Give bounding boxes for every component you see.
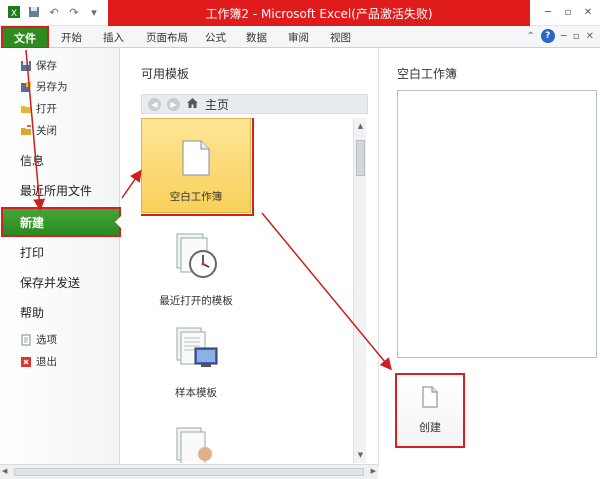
exit-icon (20, 356, 32, 368)
available-templates-panel: 可用模板 ◀ ▶ 主页 空白工作簿 最近打开的模板 样本模板 ▲ ▼ (121, 48, 368, 468)
tab-page-layout[interactable]: 页面布局 (146, 30, 188, 45)
template-sample[interactable]: 样本模板 (141, 313, 251, 408)
sample-templates-icon (171, 326, 221, 375)
nav-help[interactable]: 帮助 (20, 304, 44, 321)
create-document-icon (422, 386, 438, 411)
help-icon[interactable]: ? (540, 29, 555, 43)
save-as-icon (20, 81, 32, 93)
template-blank-label: 空白工作簿 (169, 191, 223, 203)
preview-title: 空白工作簿 (397, 67, 458, 81)
nav-save-send[interactable]: 保存并发送 (20, 274, 80, 291)
scroll-down-icon[interactable]: ▼ (354, 449, 367, 461)
excel-logo-icon[interactable]: X (6, 4, 22, 20)
minimize-icon[interactable]: ─ (540, 4, 556, 20)
backstage-nav: 保存 另存为 打开 关闭 信息 最近所用文件 新建 打印 保存并发送 帮助 选项… (0, 48, 121, 479)
preview-panel: 空白工作簿 创建 (378, 48, 600, 468)
redo-icon[interactable]: ↷ (66, 4, 82, 20)
nav-exit[interactable]: 退出 (20, 354, 57, 369)
undo-icon[interactable]: ↶ (46, 4, 62, 20)
tab-file[interactable]: 文件 (1, 26, 49, 49)
tab-view[interactable]: 视图 (330, 30, 351, 45)
template-blank-workbook[interactable]: 空白工作簿 (141, 118, 254, 216)
home-icon[interactable] (186, 97, 199, 112)
my-templates-person-icon (171, 426, 221, 463)
nav-options-label: 选项 (36, 334, 57, 346)
doc-close-icon[interactable]: ✕ (586, 31, 594, 42)
tab-home[interactable]: 开始 (61, 30, 82, 45)
blank-document-icon (182, 140, 210, 179)
nav-save-as[interactable]: 另存为 (20, 79, 68, 94)
back-arrow-icon[interactable]: ◀ (148, 97, 161, 111)
quick-access-toolbar: X ↶ ↷ ▾ (6, 4, 102, 20)
nav-save-label: 保存 (36, 60, 57, 72)
nav-close[interactable]: 关闭 (20, 123, 57, 138)
home-label[interactable]: 主页 (205, 96, 229, 113)
folder-open-icon (20, 103, 32, 115)
nav-close-label: 关闭 (36, 125, 57, 137)
template-sample-label: 样本模板 (175, 387, 217, 399)
save-icon[interactable] (26, 4, 42, 20)
tab-insert[interactable]: 插入 (103, 30, 124, 45)
nav-open[interactable]: 打开 (20, 101, 57, 116)
nav-recent[interactable]: 最近所用文件 (20, 182, 92, 199)
minimize-ribbon-icon[interactable]: ⌃ (526, 31, 534, 42)
doc-minimize-icon[interactable]: ─ (561, 31, 567, 42)
scroll-right-icon[interactable]: ▶ (371, 467, 376, 475)
template-my[interactable] (141, 406, 251, 463)
customize-toolbar-icon[interactable]: ▾ (86, 4, 102, 20)
horizontal-scroll-thumb[interactable] (14, 468, 364, 476)
window-title: 工作簿2 - Microsoft Excel(产品激活失败) (108, 0, 530, 26)
options-icon (20, 334, 32, 346)
nav-print[interactable]: 打印 (20, 244, 44, 261)
nav-info[interactable]: 信息 (20, 152, 44, 169)
template-tiles: 空白工作簿 最近打开的模板 样本模板 (141, 118, 357, 463)
scroll-thumb[interactable] (356, 140, 365, 176)
nav-new[interactable]: 新建 (1, 207, 121, 237)
svg-text:X: X (11, 9, 17, 19)
template-recent-label: 最近打开的模板 (159, 295, 233, 307)
window-controls: ─ ▫ ✕ (540, 4, 596, 20)
scroll-up-icon[interactable]: ▲ (354, 120, 367, 132)
nav-save[interactable]: 保存 (20, 58, 57, 73)
tab-formulas[interactable]: 公式 (205, 30, 226, 45)
ribbon-right-controls: ⌃ ? ─ ▫ ✕ (526, 29, 594, 43)
nav-options[interactable]: 选项 (20, 332, 57, 347)
tab-data[interactable]: 数据 (246, 30, 267, 45)
recent-templates-clock-icon (171, 232, 221, 283)
nav-exit-label: 退出 (36, 356, 57, 368)
create-button[interactable]: 创建 (395, 373, 465, 448)
forward-arrow-icon[interactable]: ▶ (167, 97, 180, 111)
templates-scrollbar[interactable]: ▲ ▼ (353, 118, 366, 463)
preview-thumbnail (397, 90, 597, 358)
template-recent[interactable]: 最近打开的模板 (141, 221, 251, 316)
nav-save-as-label: 另存为 (36, 81, 68, 93)
available-templates-title: 可用模板 (141, 67, 190, 81)
title-bar: X ↶ ↷ ▾ 工作簿2 - Microsoft Excel(产品激活失败) ─… (0, 0, 600, 26)
nav-new-label: 新建 (20, 215, 45, 230)
tab-review[interactable]: 审阅 (288, 30, 309, 45)
restore-icon[interactable]: ▫ (560, 4, 576, 20)
template-navigation: ◀ ▶ 主页 (141, 94, 368, 114)
ribbon-tabs: 文件 开始 插入 页面布局 公式 数据 审阅 视图 ⌃ ? ─ ▫ ✕ (0, 26, 600, 49)
doc-restore-icon[interactable]: ▫ (573, 31, 580, 42)
save-icon (20, 60, 32, 72)
create-label: 创建 (419, 421, 441, 434)
folder-close-icon (20, 124, 32, 137)
scroll-left-icon[interactable]: ◀ (2, 467, 7, 475)
nav-open-label: 打开 (36, 103, 57, 115)
close-icon[interactable]: ✕ (580, 4, 596, 20)
horizontal-scrollbar[interactable]: ◀ ▶ (0, 464, 378, 479)
